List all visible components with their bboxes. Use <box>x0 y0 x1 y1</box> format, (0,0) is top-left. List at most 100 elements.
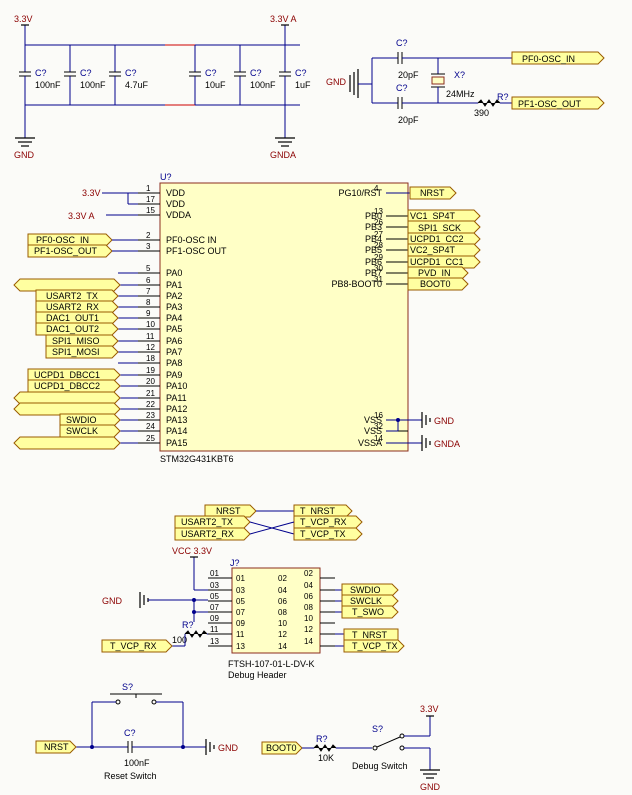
gnd-symbol-decoupling: GND <box>14 105 35 160</box>
mcu-section: U? STM32G431KBT6 3.3V 3.3V A PF0-OSC_IN … <box>13 172 481 464</box>
mcu-left-pin-number: 18 <box>146 354 155 363</box>
svg-text:GNDA: GNDA <box>434 439 460 449</box>
pa2-port: USART2_TX <box>35 289 119 303</box>
svg-text:C?: C? <box>205 68 217 78</box>
svg-text:NRST: NRST <box>44 742 69 752</box>
svg-text:R?: R? <box>182 620 194 630</box>
svg-text:C?: C? <box>124 728 136 738</box>
mcu-left-pin-number: 2 <box>146 231 151 240</box>
svg-text:20pF: 20pF <box>398 115 419 125</box>
svg-text:20pF: 20pF <box>398 70 419 80</box>
mcu-left-pin-name: PA6 <box>166 336 182 346</box>
svg-text:SWCLK: SWCLK <box>350 596 382 606</box>
port-pb3: SPI1_SCK <box>407 220 481 234</box>
mcu-left-pin-name: PA3 <box>166 302 182 312</box>
mcu-left-pin-name: PA10 <box>166 381 187 391</box>
svg-text:GND: GND <box>420 782 441 792</box>
svg-text:BOOT0: BOOT0 <box>420 279 451 289</box>
mcu-left-pin-name: PA7 <box>166 347 182 357</box>
header-right-pin-number: 14 <box>304 637 313 646</box>
header-left-body-label: 11 <box>236 630 245 639</box>
mcu-left-pin-name: VDDA <box>166 210 191 220</box>
oscillator-section: GND C? 20pF C? 20pF X? 24MHz R? 390 PF0-… <box>326 38 605 125</box>
decoupling-cap-3: C? 4.7uF <box>109 45 149 105</box>
header-right-pin-number: 08 <box>304 603 313 612</box>
schematic-svg: 3.3V 3.3V A C? 100nF C? 100nF C? 4.7uF C… <box>13 14 605 792</box>
header-left-body-label: 03 <box>236 586 245 595</box>
mcu-left-pin-number: 17 <box>146 195 155 204</box>
mcu-left-pin-name: PA9 <box>166 370 182 380</box>
pa1-port <box>13 278 121 292</box>
pa7-port: SPI1_MOSI <box>45 345 119 359</box>
svg-text:C?: C? <box>125 68 137 78</box>
svg-text:S?: S? <box>372 724 383 734</box>
decoupling-cap-4: C? 10uF <box>189 45 226 105</box>
mcu-left-pin-number: 15 <box>146 206 155 215</box>
mcu-right-pin-name: PB8-BOOT0 <box>331 279 382 289</box>
svg-text:GNDA: GNDA <box>270 150 296 160</box>
port-swdio: SWDIO <box>341 583 399 597</box>
svg-text:10uF: 10uF <box>205 80 226 90</box>
svg-text:UCPD1_CC1: UCPD1_CC1 <box>410 257 464 267</box>
port-mcu-pf1: PF1-OSC_OUT <box>27 244 138 258</box>
port-t-swo: T_SWO <box>341 605 399 619</box>
svg-text:T_VCP_RX: T_VCP_RX <box>110 641 157 651</box>
svg-text:24MHz: 24MHz <box>446 89 475 99</box>
svg-text:4.7uF: 4.7uF <box>125 80 149 90</box>
mcu-left-pin-name: PA13 <box>166 415 187 425</box>
reset-switch-section: S? C? 100nF Reset Switch NRST GND <box>35 682 239 781</box>
svg-text:USART2_RX: USART2_RX <box>181 529 234 539</box>
mcu-left-pin-number: 10 <box>146 320 155 329</box>
mcu-left-pin-name: PA5 <box>166 324 182 334</box>
svg-text:SPI1_MOSI: SPI1_MOSI <box>52 347 100 357</box>
mcu-left-pin-number: 23 <box>146 411 155 420</box>
svg-text:SWDIO: SWDIO <box>350 585 381 595</box>
svg-text:USART2_TX: USART2_TX <box>181 517 233 527</box>
svg-text:T_SWO: T_SWO <box>352 607 384 617</box>
mcu-left-pin-name: PA12 <box>166 404 187 414</box>
svg-text:100nF: 100nF <box>124 758 150 768</box>
header-right-pin-number: 12 <box>304 625 313 634</box>
header-right-pin-number: 06 <box>304 592 313 601</box>
header-left-pin-number: 13 <box>210 637 219 646</box>
svg-text:J?: J? <box>230 558 240 568</box>
crystal-body <box>431 76 445 85</box>
svg-text:S?: S? <box>122 682 133 692</box>
mcu-left-pin-number: 8 <box>146 298 151 307</box>
svg-text:1uF: 1uF <box>295 80 311 90</box>
port-swclk: SWCLK <box>341 594 399 608</box>
port-pb4: UCPD1_CC2 <box>407 232 481 246</box>
header-right-pin-number: 02 <box>304 569 313 578</box>
schematic-canvas: 3.3V 3.3V A C? 100nF C? 100nF C? 4.7uF C… <box>0 0 632 795</box>
mcu-left-pin-number: 6 <box>146 276 151 285</box>
header-right-pin-number: 04 <box>304 581 313 590</box>
power-3v3-label: 3.3V <box>14 14 33 24</box>
mcu-left-pin-name: PA15 <box>166 438 187 448</box>
svg-text:SWDIO: SWDIO <box>66 415 97 425</box>
svg-text:U?: U? <box>160 172 172 182</box>
svg-text:100nF: 100nF <box>250 80 276 90</box>
pa9-port: UCPD1_DBCC1 <box>27 368 121 382</box>
svg-text:VCC 3.3V: VCC 3.3V <box>172 546 212 556</box>
header-right-body-label: 12 <box>278 630 287 639</box>
svg-text:100nF: 100nF <box>35 80 61 90</box>
pa5-port: DAC1_OUT2 <box>35 322 119 336</box>
svg-text:GND: GND <box>218 743 239 753</box>
mcu-left-pin-number: 3 <box>146 242 151 251</box>
svg-text:GND: GND <box>102 596 123 606</box>
port-pf0-osc-in: PF0-OSC_IN <box>511 51 605 65</box>
decoupling-section: 3.3V 3.3V A C? 100nF C? 100nF C? 4.7uF C… <box>14 14 311 160</box>
mcu-right-pin-name: PG10/RST <box>338 188 382 198</box>
svg-text:SPI1_MISO: SPI1_MISO <box>52 336 100 346</box>
svg-text:C?: C? <box>35 68 47 78</box>
header-right-body-label: 04 <box>278 586 287 595</box>
header-right-pin-number: 10 <box>304 614 313 623</box>
svg-text:PF1-OSC_OUT: PF1-OSC_OUT <box>34 246 98 256</box>
mcu-left-pin-name: PA1 <box>166 280 182 290</box>
svg-text:C?: C? <box>295 68 307 78</box>
debug-net-map: NRST T_NRST USART2_TX T_VCP_RX USART2_RX… <box>174 504 363 541</box>
power-3v3a-label: 3.3V A <box>270 14 297 24</box>
mcu-left-pin-name: VDD <box>166 199 186 209</box>
header-right-body-label: 06 <box>278 597 287 606</box>
svg-text:T_VCP_RX: T_VCP_RX <box>300 517 347 527</box>
